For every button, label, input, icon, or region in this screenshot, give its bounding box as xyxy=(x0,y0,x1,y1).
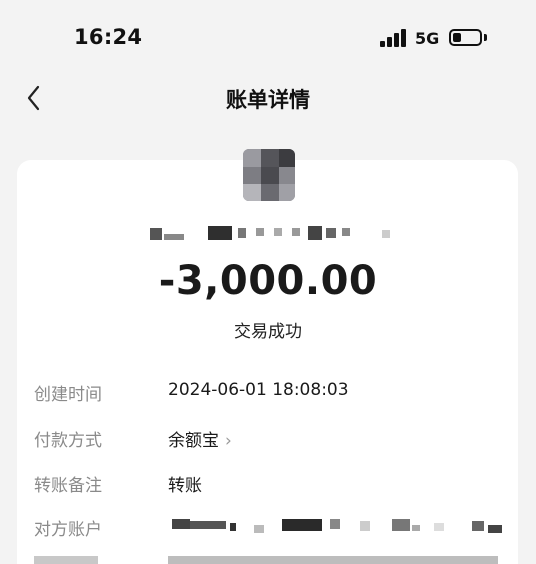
created-time-value: 2024-06-01 18:08:03 xyxy=(168,380,349,400)
battery-cap xyxy=(484,34,487,41)
transfer-note-value: 转账 xyxy=(168,476,202,496)
chevron-right-icon: › xyxy=(225,431,232,451)
avatar[interactable] xyxy=(243,149,295,201)
counterparty-account-redacted xyxy=(172,517,502,535)
bill-detail-screen: 16:24 5G 账单详情 -3,000.00 交易成功 创建时间 2024-0… xyxy=(0,0,536,564)
payee-name-redacted xyxy=(150,222,400,244)
payment-method-link[interactable]: 余额宝 › xyxy=(168,426,232,451)
counterparty-account-label: 对方账户 xyxy=(34,520,102,540)
signal-icon xyxy=(380,29,408,47)
payment-method-value: 余额宝 xyxy=(168,431,219,451)
battery-icon xyxy=(449,29,482,46)
nav-bar: 账单详情 xyxy=(0,76,536,120)
battery-fill xyxy=(453,33,461,42)
next-row-cutoff xyxy=(34,556,504,564)
transaction-status: 交易成功 xyxy=(234,322,302,342)
transaction-amount: -3,000.00 xyxy=(158,258,378,304)
status-time: 16:24 xyxy=(74,25,143,49)
transfer-note-label: 转账备注 xyxy=(34,476,102,496)
payment-method-label: 付款方式 xyxy=(34,431,102,451)
created-time-label: 创建时间 xyxy=(34,385,102,405)
status-bar: 16:24 5G xyxy=(0,0,536,76)
page-title: 账单详情 xyxy=(226,88,310,112)
bill-card xyxy=(17,160,518,564)
network-label: 5G xyxy=(415,29,440,48)
